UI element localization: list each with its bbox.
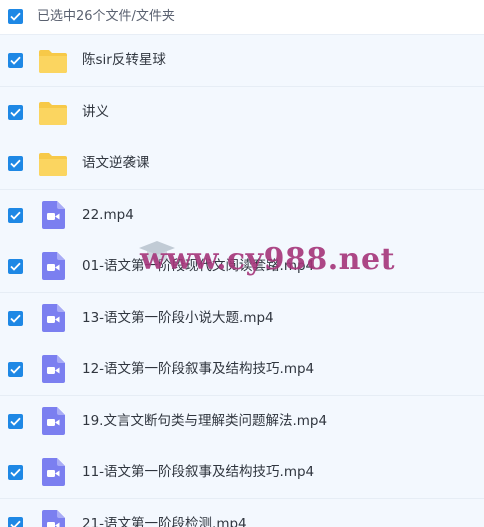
- selection-count-text: 已选中26个文件/文件夹: [37, 9, 175, 24]
- file-list-item[interactable]: 19.文言文断句类与理解类问题解法.mp4: [0, 395, 484, 448]
- folder-icon: [39, 153, 67, 176]
- file-name[interactable]: 语文逆袭课: [82, 154, 150, 173]
- file-name[interactable]: 11-语文第一阶段叙事及结构技巧.mp4: [82, 463, 314, 482]
- file-list-item[interactable]: 11-语文第一阶段叙事及结构技巧.mp4: [0, 447, 484, 499]
- file-name[interactable]: 21-语文第一阶段检测.mp4: [82, 515, 247, 527]
- check-icon: [10, 314, 21, 323]
- file-list-item[interactable]: 12-语文第一阶段叙事及结构技巧.mp4: [0, 344, 484, 396]
- file-name[interactable]: 陈sir反转星球: [82, 51, 166, 70]
- item-checkbox[interactable]: [8, 362, 23, 377]
- check-icon: [10, 468, 21, 477]
- select-all-checkbox[interactable]: [8, 9, 23, 24]
- file-name[interactable]: 19.文言文断句类与理解类问题解法.mp4: [82, 412, 327, 431]
- check-icon: [10, 12, 21, 21]
- file-list-item[interactable]: 陈sir反转星球: [0, 35, 484, 87]
- file-name[interactable]: 12-语文第一阶段叙事及结构技巧.mp4: [82, 360, 314, 379]
- video-file-icon: [42, 303, 65, 332]
- video-file-icon: [42, 458, 65, 486]
- video-file-icon: [42, 509, 65, 527]
- item-checkbox[interactable]: [8, 207, 23, 223]
- check-icon: [10, 417, 21, 426]
- selection-bar: 已选中26个文件/文件夹: [0, 0, 484, 35]
- file-name[interactable]: 22.mp4: [82, 206, 134, 225]
- video-file-icon: [42, 200, 65, 229]
- file-list-item[interactable]: 语文逆袭课: [0, 138, 484, 190]
- watermark-text: www.cy988.net: [140, 242, 395, 277]
- item-checkbox[interactable]: [8, 310, 23, 326]
- item-checkbox[interactable]: [8, 104, 23, 120]
- item-checkbox[interactable]: [8, 413, 23, 429]
- check-icon: [10, 56, 21, 65]
- check-icon: [10, 262, 21, 271]
- item-checkbox[interactable]: [8, 53, 23, 68]
- file-list-item[interactable]: 22.mp4: [0, 189, 484, 242]
- video-file-icon: [42, 252, 65, 280]
- check-icon: [10, 108, 21, 117]
- item-checkbox[interactable]: [8, 259, 23, 274]
- folder-icon: [39, 101, 67, 125]
- video-file-icon: [42, 355, 65, 383]
- item-checkbox[interactable]: [8, 465, 23, 480]
- check-icon: [10, 365, 21, 374]
- check-icon: [10, 159, 21, 168]
- file-list-item[interactable]: 21-语文第一阶段检测.mp4: [0, 498, 484, 527]
- file-list-item[interactable]: 讲义: [0, 86, 484, 139]
- check-icon: [10, 520, 21, 527]
- item-checkbox[interactable]: [8, 516, 23, 527]
- file-name[interactable]: 讲义: [82, 103, 109, 122]
- check-icon: [10, 211, 21, 220]
- file-list-item[interactable]: 13-语文第一阶段小说大题.mp4: [0, 292, 484, 345]
- video-file-icon: [42, 406, 65, 435]
- file-name[interactable]: 13-语文第一阶段小说大题.mp4: [82, 309, 274, 328]
- file-list-panel: 已选中26个文件/文件夹 陈sir反转星球 讲义 语文逆袭课 22.mp4 01…: [0, 0, 484, 527]
- item-checkbox[interactable]: [8, 156, 23, 171]
- folder-icon: [39, 50, 67, 73]
